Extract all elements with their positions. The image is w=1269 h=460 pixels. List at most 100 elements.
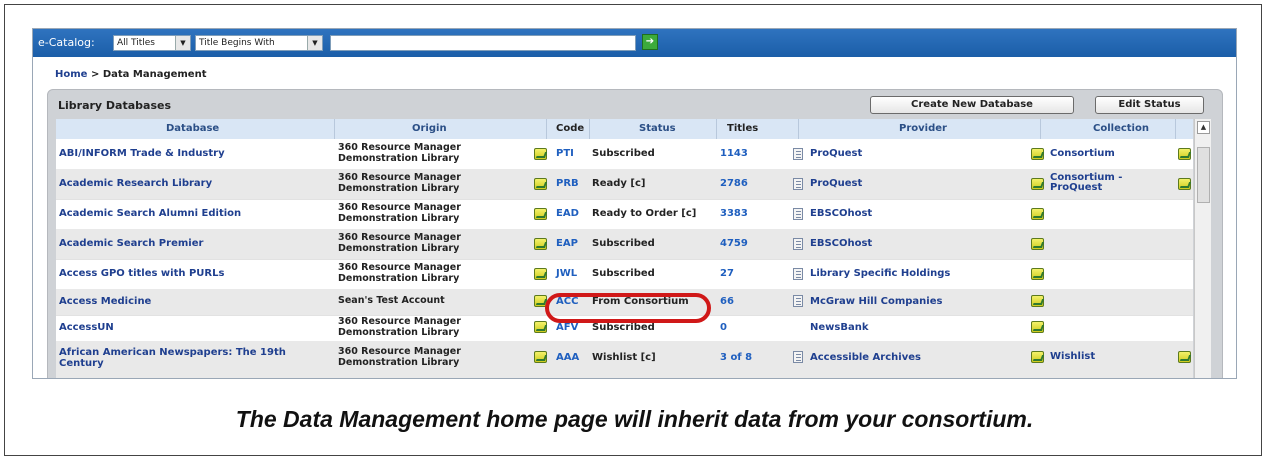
database-link[interactable]: AccessUN [59, 322, 329, 333]
note-icon[interactable] [534, 321, 547, 333]
table-scrollbar[interactable]: ▲ [1194, 119, 1211, 378]
database-link[interactable]: ABI/INFORM Trade & Industry [59, 148, 329, 159]
note-icon[interactable] [1178, 351, 1191, 363]
titles-link[interactable]: 3383 [720, 208, 748, 219]
note-icon[interactable] [1031, 238, 1044, 250]
origin-line1: 360 Resource Manager [338, 262, 461, 273]
scroll-up-arrow-icon[interactable]: ▲ [1197, 121, 1210, 134]
origin-line1: 360 Resource Manager [338, 172, 461, 183]
library-databases-panel: Library Databases Create New Database Ed… [47, 89, 1223, 378]
titles-link[interactable]: 66 [720, 296, 734, 307]
note-icon[interactable] [534, 238, 547, 250]
provider-link[interactable]: EBSCOhost [810, 238, 872, 249]
note-icon[interactable] [1031, 321, 1044, 333]
edit-status-button[interactable]: Edit Status [1095, 96, 1204, 114]
origin-line2: Demonstration Library [338, 327, 460, 338]
note-icon[interactable] [1031, 351, 1044, 363]
title-filter-value: All Titles [117, 38, 155, 48]
provider-link[interactable]: ProQuest [810, 178, 862, 189]
breadcrumb-home-link[interactable]: Home [55, 69, 87, 80]
chevron-down-icon: ▼ [175, 36, 190, 50]
collection-link[interactable]: Wishlist [1050, 352, 1095, 362]
origin-line2: Demonstration Library [338, 153, 460, 164]
database-link[interactable]: Academic Search Alumni Edition [59, 208, 329, 219]
column-header-status[interactable]: Status [639, 123, 676, 134]
document-icon[interactable] [793, 268, 803, 280]
collection-link[interactable]: Consortium [1050, 149, 1115, 159]
note-icon[interactable] [1031, 178, 1044, 190]
code-link[interactable]: PTI [556, 148, 574, 159]
scroll-thumb[interactable] [1197, 147, 1210, 203]
breadcrumb-current: Data Management [102, 69, 207, 80]
note-icon[interactable] [1178, 148, 1191, 160]
provider-link[interactable]: McGraw Hill Companies [810, 296, 942, 307]
code-link[interactable]: EAP [556, 238, 578, 249]
database-link[interactable]: Academic Search Premier [59, 238, 329, 249]
search-type-select[interactable]: Title Begins With ▼ [195, 35, 323, 51]
document-icon[interactable] [793, 351, 803, 363]
document-icon[interactable] [793, 208, 803, 220]
note-icon[interactable] [534, 268, 547, 280]
search-input[interactable] [330, 35, 636, 51]
database-link[interactable]: Access Medicine [59, 296, 329, 307]
chevron-down-icon: ▼ [307, 36, 322, 50]
table-row: ABI/INFORM Trade & Industry 360 Resource… [56, 139, 1193, 170]
create-new-database-button[interactable]: Create New Database [870, 96, 1074, 114]
code-link[interactable]: AFV [556, 322, 578, 333]
status-text: Subscribed [592, 322, 655, 333]
database-link[interactable]: Academic Research Library [59, 178, 329, 189]
code-link[interactable]: EAD [556, 208, 579, 219]
provider-link[interactable]: ProQuest [810, 148, 862, 159]
provider-link[interactable]: EBSCOhost [810, 208, 872, 219]
column-header-titles[interactable]: Titles [727, 123, 758, 134]
titles-link[interactable]: 2786 [720, 178, 748, 189]
document-icon[interactable] [793, 148, 803, 160]
column-header-database[interactable]: Database [166, 123, 219, 134]
provider-link[interactable]: NewsBank [810, 322, 868, 333]
collection-link-line2[interactable]: ProQuest [1050, 183, 1102, 193]
table-row: Academic Search Premier 360 Resource Man… [56, 229, 1193, 260]
database-link[interactable]: Access GPO titles with PURLs [59, 268, 329, 279]
highlight-ring-annotation [545, 293, 711, 323]
column-header-origin[interactable]: Origin [412, 123, 447, 134]
note-icon[interactable] [534, 148, 547, 160]
code-link[interactable]: PRB [556, 178, 579, 189]
document-icon[interactable] [793, 178, 803, 190]
titles-link[interactable]: 0 [720, 322, 727, 333]
figure-caption: The Data Management home page will inher… [235, 406, 1034, 432]
note-icon[interactable] [534, 178, 547, 190]
note-icon[interactable] [534, 351, 547, 363]
title-filter-select[interactable]: All Titles ▼ [113, 35, 191, 51]
titles-link[interactable]: 3 of 8 [720, 352, 752, 363]
go-arrow-button[interactable]: ➔ [642, 34, 658, 50]
origin-line1: 360 Resource Manager [338, 346, 461, 357]
note-icon[interactable] [1031, 148, 1044, 160]
note-icon[interactable] [1031, 268, 1044, 280]
app-window: e-Catalog: All Titles ▼ Title Begins Wit… [32, 28, 1237, 379]
code-link[interactable]: AAA [556, 352, 579, 363]
provider-link[interactable]: Library Specific Holdings [810, 268, 950, 279]
status-text: Subscribed [592, 268, 655, 279]
origin-line1: 360 Resource Manager [338, 316, 461, 327]
note-icon[interactable] [1031, 208, 1044, 220]
origin-line2: Demonstration Library [338, 273, 460, 284]
titles-link[interactable]: 4759 [720, 238, 748, 249]
origin-line1: 360 Resource Manager [338, 202, 461, 213]
database-link[interactable]: African American Newspapers: The 19th Ce… [59, 347, 329, 369]
status-text: Subscribed [592, 148, 655, 159]
provider-link[interactable]: Accessible Archives [810, 352, 921, 363]
origin-line1: 360 Resource Manager [338, 232, 461, 243]
column-header-provider[interactable]: Provider [899, 123, 947, 134]
titles-link[interactable]: 27 [720, 268, 734, 279]
document-icon[interactable] [793, 295, 803, 307]
note-icon[interactable] [1178, 178, 1191, 190]
column-header-code[interactable]: Code [556, 123, 584, 134]
origin-line2: Demonstration Library [338, 183, 460, 194]
origin-line2: Demonstration Library [338, 243, 460, 254]
titles-link[interactable]: 1143 [720, 148, 748, 159]
code-link[interactable]: JWL [556, 268, 577, 279]
document-icon[interactable] [793, 238, 803, 250]
note-icon[interactable] [1031, 295, 1044, 307]
note-icon[interactable] [534, 208, 547, 220]
column-header-collection[interactable]: Collection [1093, 123, 1149, 134]
